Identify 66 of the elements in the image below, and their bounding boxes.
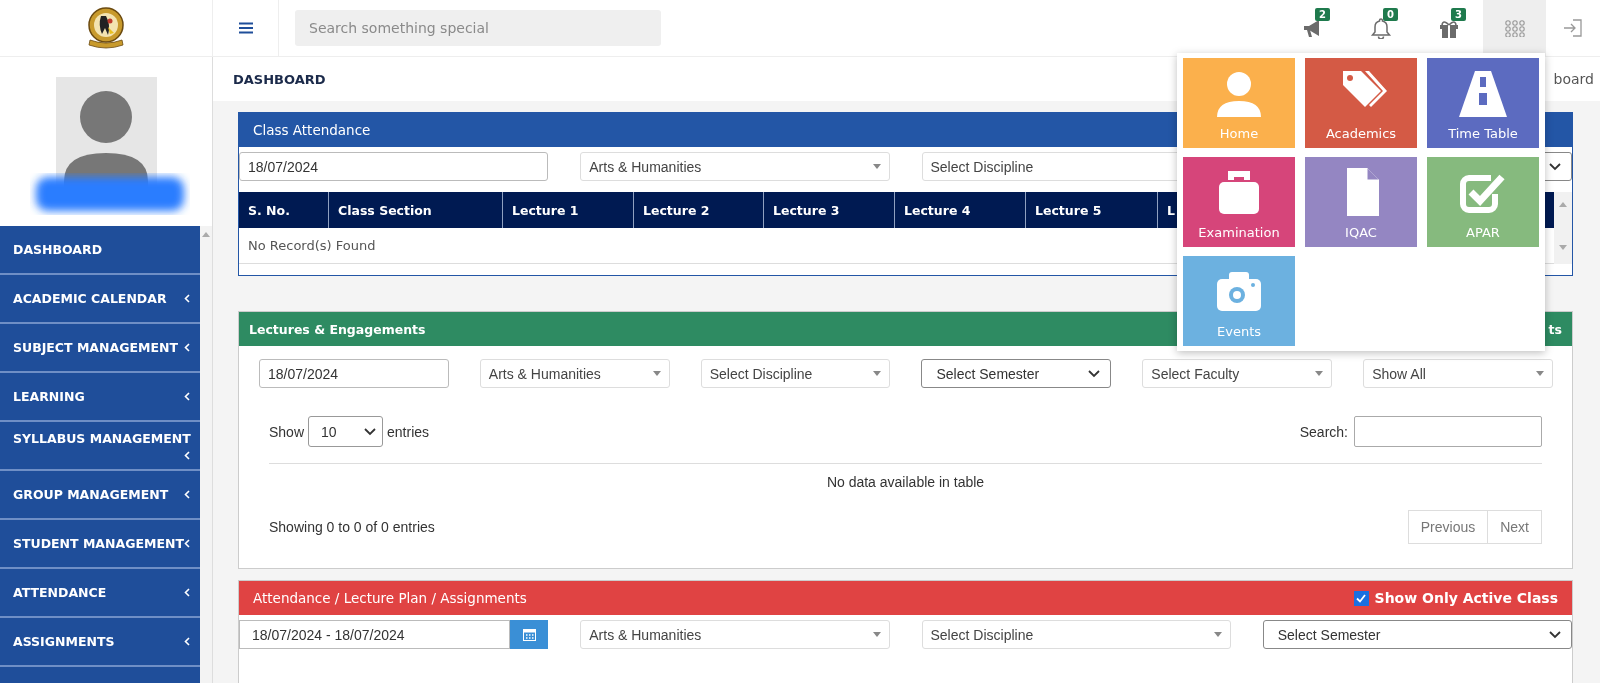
date-field[interactable]: 18/07/2024 — [259, 359, 449, 388]
page-title: DASHBOARD — [233, 71, 326, 87]
card-title: Class Attendance — [253, 122, 371, 138]
card-header-text: ts — [1548, 321, 1562, 337]
entries-label: entries — [387, 423, 430, 440]
dropdown[interactable]: Select Discipline — [700, 359, 891, 388]
pager-button[interactable]: Previous — [1407, 510, 1489, 544]
show-label: Show — [269, 423, 305, 440]
scroll-up-icon[interactable] — [202, 232, 210, 237]
caret-icon — [1315, 371, 1324, 376]
calendar-button[interactable] — [510, 620, 549, 649]
column-header[interactable]: Class Section — [329, 192, 503, 228]
emblem-logo — [86, 7, 126, 49]
search-field[interactable]: Search something special — [295, 10, 661, 46]
dropdown[interactable]: Select Semester — [1262, 620, 1572, 649]
scrollbar[interactable] — [1554, 192, 1572, 264]
bell-icon[interactable] — [1370, 17, 1392, 39]
menu-icon[interactable] — [238, 22, 253, 34]
column-header[interactable]: Lecture 4 — [895, 192, 1026, 228]
date-field[interactable]: 18/07/2024 — [239, 152, 549, 181]
caret-icon — [873, 371, 882, 376]
dropdown[interactable]: Arts & Humanities — [580, 152, 890, 181]
grid-icon — [1504, 19, 1525, 37]
caret-icon — [1213, 632, 1222, 637]
search-field[interactable] — [1354, 416, 1542, 447]
dropdown[interactable]: Select Faculty — [1142, 359, 1333, 388]
column-header[interactable]: Lecture 2 — [634, 192, 764, 228]
caret-icon — [872, 164, 881, 169]
calendar-icon — [522, 628, 536, 641]
caret-icon — [872, 632, 881, 637]
date-range-field[interactable]: 18/07/2024 - 18/07/2024 — [239, 620, 511, 649]
app-tile[interactable]: Examination — [1183, 157, 1295, 247]
logout-icon[interactable] — [1563, 18, 1583, 38]
pager-button[interactable]: Next — [1488, 510, 1542, 544]
apps-button[interactable] — [1483, 0, 1546, 56]
checkbox[interactable] — [1353, 590, 1369, 606]
dropdown[interactable]: Select Semester — [921, 359, 1112, 388]
caret-icon — [652, 371, 661, 376]
card-title: Lectures & Engagements — [249, 321, 426, 337]
chevron-icon — [364, 427, 377, 436]
count-badge: 0 — [1383, 8, 1398, 21]
caret-icon — [1536, 371, 1544, 376]
dropdown[interactable]: Arts & Humanities — [479, 359, 670, 388]
dropdown[interactable]: Arts & Humanities — [580, 620, 890, 649]
count-badge: 3 — [1451, 8, 1466, 21]
empty-message: No data available in table — [825, 473, 986, 492]
column-header[interactable]: L — [1158, 192, 1178, 228]
search-label: Search: — [1299, 423, 1348, 440]
checkbox-label: Show Only Active Class — [1374, 590, 1558, 606]
breadcrumb-link[interactable]: board — [1553, 71, 1600, 87]
chevron-icon — [1549, 162, 1561, 171]
chevron-icon — [1088, 369, 1101, 378]
app-tile[interactable]: Academics — [1305, 58, 1417, 148]
dropdown[interactable]: Select Discipline — [921, 620, 1231, 649]
count-badge: 2 — [1315, 8, 1330, 21]
page-size-select[interactable]: 10 — [308, 416, 384, 447]
column-header[interactable]: Lecture 5 — [1026, 192, 1158, 228]
dropdown[interactable]: Show All — [1363, 359, 1553, 388]
column-header[interactable]: S. No. — [239, 192, 329, 228]
table-info: Showing 0 to 0 of 0 entries — [269, 519, 435, 535]
card-title: Attendance / Lecture Plan / Assignments — [253, 590, 527, 606]
column-header[interactable]: Lecture 1 — [503, 192, 634, 228]
chevron-icon — [1549, 630, 1561, 639]
app-tile[interactable]: Time Table — [1427, 58, 1539, 148]
column-header[interactable]: Lecture 3 — [764, 192, 895, 228]
check-icon — [1356, 593, 1367, 603]
